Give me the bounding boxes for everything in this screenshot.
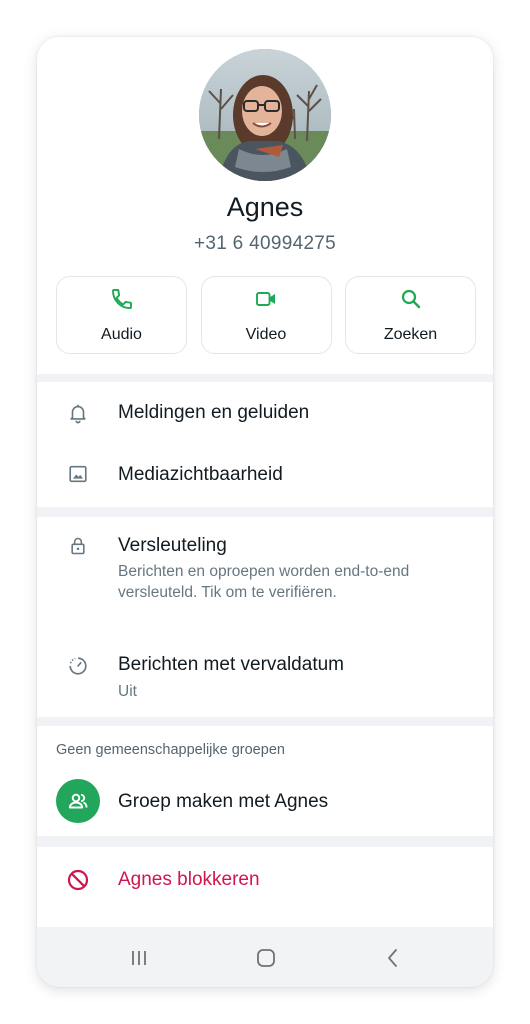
media-visibility-label: Mediazichtbaarheid	[118, 464, 283, 485]
contact-phone-number: +31 6 40994275	[193, 233, 337, 254]
contact-header: Agnes +31 6 40994275 Audio Video Zoeken	[37, 37, 493, 374]
image-icon	[65, 461, 91, 487]
add-group-icon	[56, 779, 100, 823]
encryption-title: Versleuteling	[118, 535, 227, 556]
search-label: Zoeken	[383, 325, 438, 343]
back-icon[interactable]	[378, 943, 408, 973]
audio-label: Audio	[101, 325, 142, 343]
create-group-label: Groep maken met Agnes	[118, 791, 329, 812]
disappearing-messages-title: Berichten met vervaldatum	[118, 654, 344, 675]
disappearing-messages-status: Uit	[118, 683, 137, 700]
block-contact-row[interactable]: Agnes blokkeren	[37, 847, 493, 912]
video-icon	[254, 287, 278, 316]
media-notification-section: Meldingen en geluiden Mediazichtbaarheid	[37, 382, 493, 507]
video-call-button[interactable]: Video	[200, 276, 332, 354]
home-icon[interactable]	[251, 943, 281, 973]
contact-avatar[interactable]	[199, 49, 331, 181]
recent-apps-icon[interactable]	[124, 943, 154, 973]
block-contact-label: Agnes blokkeren	[118, 869, 260, 890]
encryption-description: Berichten en oproepen worden end-to-end …	[118, 563, 410, 601]
system-navigation-bar	[37, 927, 493, 987]
privacy-section: Versleuteling Berichten en oproepen word…	[37, 517, 493, 717]
create-group-row[interactable]: Groep maken met Agnes	[37, 766, 493, 836]
timer-icon	[65, 653, 91, 679]
notifications-row[interactable]: Meldingen en geluiden	[37, 382, 493, 444]
bell-icon	[65, 400, 91, 426]
search-icon	[399, 287, 423, 316]
contact-actions: Audio Video Zoeken	[56, 276, 476, 354]
phone-icon	[110, 287, 134, 316]
disappearing-messages-row[interactable]: Berichten met vervaldatum Uit	[37, 633, 493, 717]
groups-section: Geen gemeenschappelijke groepen Groep ma…	[37, 726, 493, 836]
media-visibility-row[interactable]: Mediazichtbaarheid	[37, 444, 493, 506]
common-groups-label: Geen gemeenschappelijke groepen	[56, 742, 285, 758]
contact-name: Agnes	[226, 192, 304, 222]
audio-call-button[interactable]: Audio	[56, 276, 187, 354]
video-label: Video	[245, 325, 287, 343]
contact-info-screen: Agnes +31 6 40994275 Audio Video Zoeken	[37, 37, 493, 987]
block-section: Agnes blokkeren	[37, 847, 493, 937]
search-button[interactable]: Zoeken	[345, 276, 476, 354]
block-icon	[65, 867, 91, 893]
lock-icon	[65, 533, 91, 559]
encryption-row[interactable]: Versleuteling Berichten en oproepen word…	[37, 517, 493, 633]
notifications-label: Meldingen en geluiden	[118, 402, 310, 423]
